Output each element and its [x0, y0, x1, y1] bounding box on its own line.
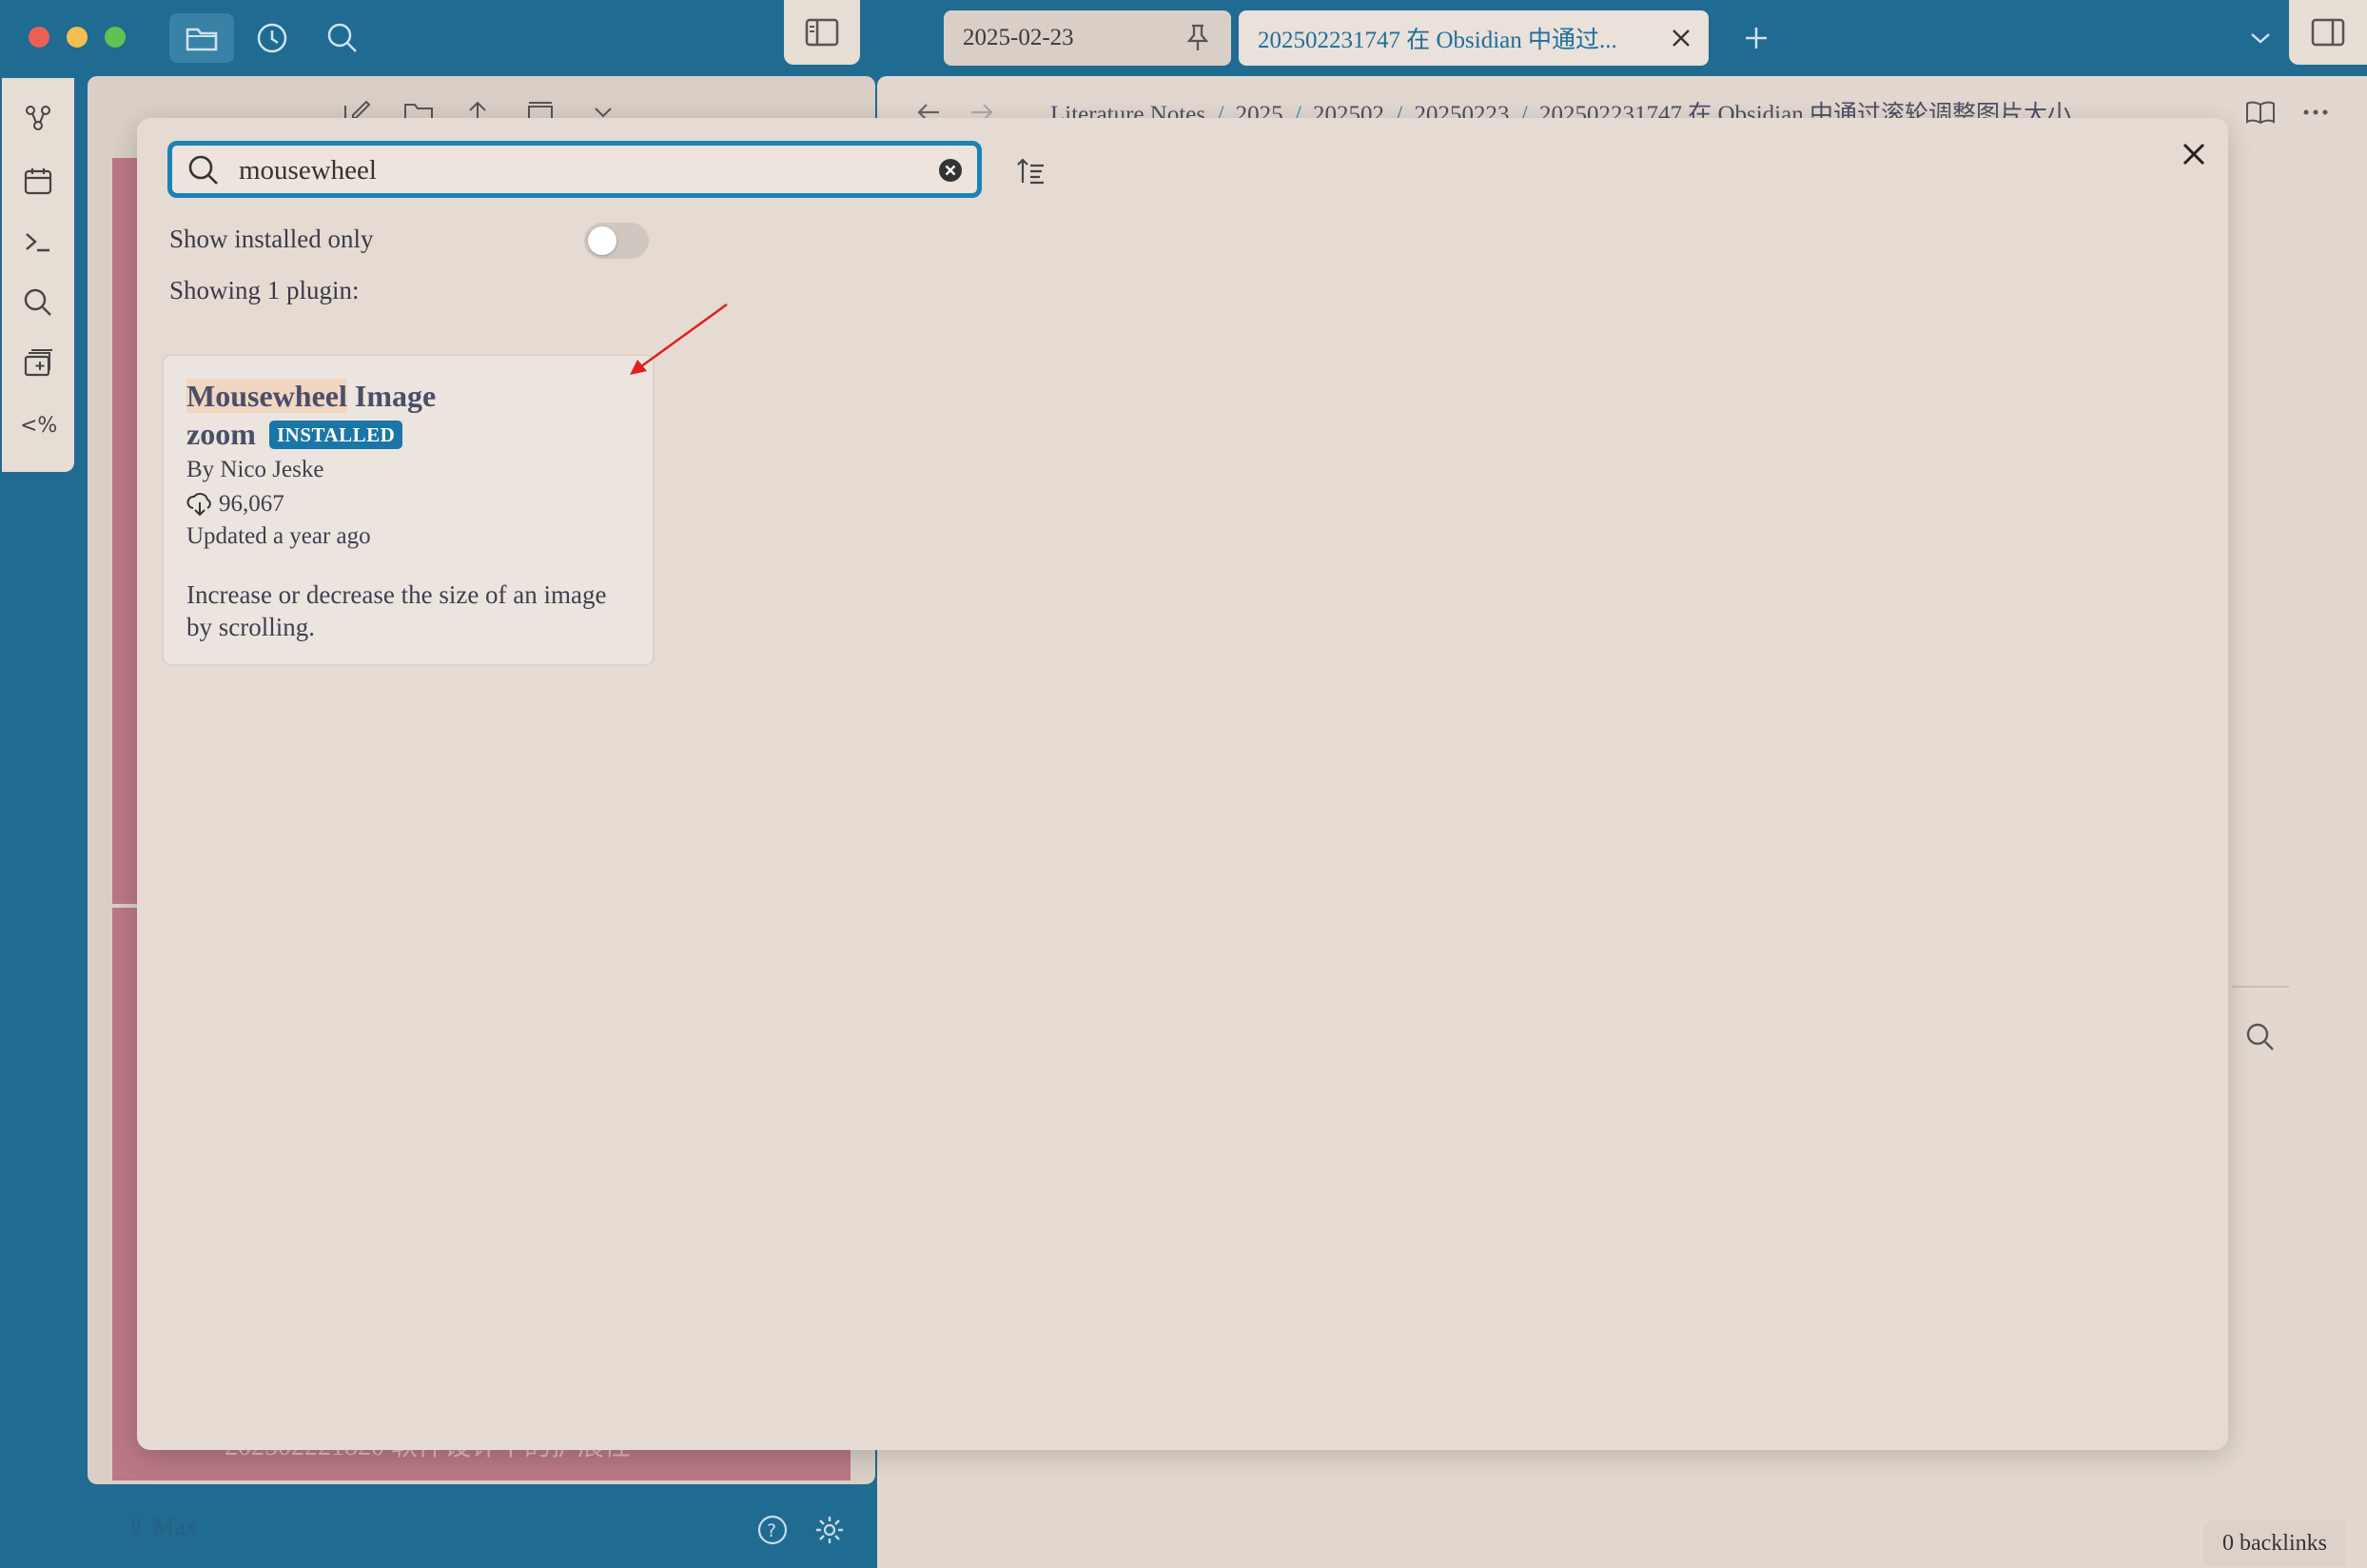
close-icon[interactable] — [2175, 135, 2213, 173]
annotation-arrow — [624, 301, 731, 381]
templater-icon[interactable]: <% — [13, 405, 63, 443]
plugin-name-line2: zoom — [186, 417, 256, 451]
sidebar-toggle-icon[interactable] — [784, 0, 860, 65]
tab-active-note[interactable]: 202502231747 在 Obsidian 中通过... — [1239, 10, 1709, 66]
tab-date[interactable]: 2025-02-23 — [944, 10, 1231, 66]
folder-icon[interactable] — [169, 13, 234, 63]
plugin-downloads: 96,067 — [186, 491, 284, 518]
search-input[interactable] — [239, 151, 905, 189]
plugin-updated: Updated a year ago — [186, 523, 371, 549]
plugin-browser-modal — [137, 118, 2228, 1450]
plugin-author: By Nico Jeske — [186, 457, 324, 482]
search-icon — [186, 152, 222, 188]
show-installed-label: Show installed only — [169, 225, 374, 253]
svg-text:?: ? — [767, 1520, 776, 1541]
tab-label: 2025-02-23 — [963, 25, 1074, 50]
graph-icon[interactable] — [19, 99, 57, 137]
sort-icon[interactable] — [1012, 152, 1050, 190]
installed-badge: INSTALLED — [269, 421, 403, 449]
result-count: Showing 1 plugin: — [169, 276, 360, 304]
reading-view-icon[interactable] — [2241, 95, 2279, 129]
calendar-icon[interactable] — [19, 162, 57, 200]
more-options-icon[interactable] — [2297, 95, 2335, 129]
clear-search-icon[interactable] — [937, 157, 964, 184]
search-highlight: Mousewheel — [186, 379, 347, 413]
vault-name: Max — [152, 1513, 198, 1540]
chevron-down-icon[interactable] — [2243, 21, 2278, 55]
divider — [2232, 986, 2289, 988]
tab-label: 202502231747 在 Obsidian 中通过... — [1258, 28, 1617, 53]
close-window-button[interactable] — [29, 27, 49, 48]
plugin-search-box[interactable] — [167, 141, 982, 198]
zoom-window-button[interactable] — [105, 27, 126, 48]
help-icon[interactable]: ? — [753, 1511, 792, 1549]
plugin-description: Increase or decrease the size of an imag… — [186, 580, 607, 641]
search-icon[interactable] — [19, 284, 57, 322]
vault-switcher[interactable]: ⇳ Max — [126, 1513, 198, 1541]
backlinks-status[interactable]: 0 backlinks — [2203, 1520, 2346, 1566]
plugin-name: Mousewheel Image — [186, 379, 437, 413]
gear-icon[interactable] — [811, 1511, 849, 1549]
pin-icon[interactable] — [1182, 22, 1214, 54]
close-tab-icon[interactable] — [1665, 22, 1697, 54]
minimize-window-button[interactable] — [67, 27, 88, 48]
show-installed-toggle[interactable] — [584, 223, 649, 259]
cards-add-icon[interactable] — [19, 344, 57, 382]
new-tab-icon[interactable] — [1737, 19, 1775, 57]
clock-icon[interactable] — [253, 19, 291, 57]
download-icon — [186, 492, 213, 517]
search-icon[interactable] — [2241, 1018, 2279, 1056]
search-icon[interactable] — [323, 19, 362, 57]
svg-text:<%: <% — [20, 414, 57, 438]
terminal-icon[interactable] — [19, 223, 57, 261]
right-sidebar-toggle-icon[interactable] — [2289, 0, 2367, 65]
